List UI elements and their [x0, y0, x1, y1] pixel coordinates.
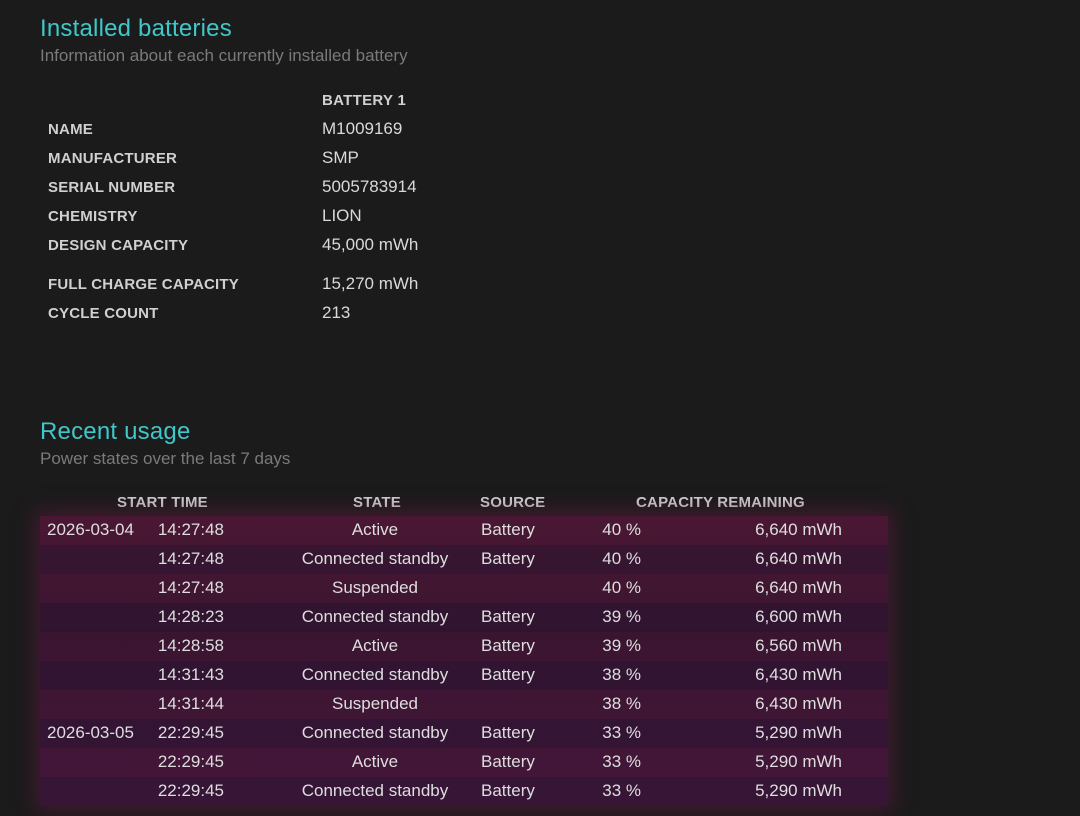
usage-source: Battery	[481, 752, 535, 771]
table-row: 14:31:43 Connected standby Battery 38 % 6,43…	[40, 661, 888, 690]
table-row: 14:27:48 Connected standby Battery 40 % 6,64…	[40, 545, 888, 574]
usage-capacity-mwh: 5,290 mWh	[755, 752, 842, 771]
usage-capacity-percent: 40 %	[602, 520, 641, 539]
usage-capacity-percent: 40 %	[602, 578, 641, 597]
usage-capacity-mwh: 6,640 mWh	[755, 578, 842, 597]
column-header-state: STATE	[353, 494, 401, 511]
battery-info-row-name: NAME M1009169	[48, 119, 568, 148]
usage-capacity-mwh: 6,600 mWh	[755, 607, 842, 626]
recent-usage-body: 2026-03-04 14:27:48 Active Battery 40 % 6,640…	[40, 516, 888, 806]
usage-start-date: 2026-03-04	[47, 520, 134, 539]
usage-capacity-percent: 39 %	[602, 636, 641, 655]
usage-state: Connected standby	[301, 723, 449, 742]
recent-usage-title: Recent usage	[40, 418, 191, 445]
table-row: 2026-03-04 14:27:48 Active Battery 40 % 6,640…	[40, 516, 888, 545]
usage-start-time: 14:27:48	[157, 520, 224, 539]
usage-start-time: 14:27:48	[157, 549, 224, 568]
usage-capacity-percent: 38 %	[602, 665, 641, 684]
battery-info-label: MANUFACTURER	[48, 150, 178, 167]
usage-start-time: 22:29:45	[157, 752, 224, 771]
battery-info-label: DESIGN CAPACITY	[48, 237, 189, 254]
usage-start-time: 14:31:44	[157, 694, 224, 713]
recent-usage-subtitle: Power states over the last 7 days	[40, 449, 291, 468]
usage-capacity-percent: 33 %	[602, 723, 641, 742]
battery-info-value: 5005783914	[322, 177, 417, 196]
battery-info-header-row: BATTERY 1	[48, 90, 568, 119]
usage-capacity-percent: 40 %	[602, 549, 641, 568]
usage-state: Connected standby	[301, 781, 449, 800]
battery-column-header: BATTERY 1	[322, 92, 407, 109]
battery-info-value: 15,270 mWh	[322, 274, 419, 293]
usage-capacity-mwh: 6,640 mWh	[755, 549, 842, 568]
usage-capacity-percent: 38 %	[602, 694, 641, 713]
column-header-start-time: START TIME	[117, 494, 208, 511]
usage-state: Active	[351, 520, 399, 539]
table-row: 2026-03-05 22:29:45 Connected standby Batte…	[40, 719, 888, 748]
recent-usage-header-row: START TIME STATE SOURCE CAPACITY REMAINI…	[40, 491, 888, 516]
usage-start-time: 22:29:45	[157, 781, 224, 800]
usage-source: Battery	[481, 636, 535, 655]
battery-info-row-full-charge-capacity: FULL CHARGE CAPACITY 15,270 mWh	[48, 274, 568, 303]
usage-source: Battery	[481, 781, 535, 800]
usage-start-time: 14:31:43	[157, 665, 224, 684]
table-row: 22:29:45 Active Battery 33 % 5,290 mWh	[40, 748, 888, 777]
column-header-capacity-remaining: CAPACITY REMAINING	[636, 494, 805, 511]
battery-info-value: 45,000 mWh	[322, 235, 419, 254]
battery-info-row-serial-number: SERIAL NUMBER 5005783914	[48, 177, 568, 206]
usage-source: Battery	[481, 665, 535, 684]
battery-info-row-cycle-count: CYCLE COUNT 213	[48, 303, 568, 332]
installed-batteries-subtitle: Information about each currently install…	[40, 46, 408, 65]
battery-info-label: FULL CHARGE CAPACITY	[48, 276, 239, 293]
usage-capacity-mwh: 5,290 mWh	[755, 781, 842, 800]
usage-capacity-percent: 39 %	[602, 607, 641, 626]
recent-usage-table: START TIME STATE SOURCE CAPACITY REMAINI…	[40, 491, 888, 806]
usage-capacity-mwh: 6,560 mWh	[755, 636, 842, 655]
usage-capacity-mwh: 6,640 mWh	[755, 520, 842, 539]
usage-state: Active	[351, 636, 399, 655]
battery-info-row-design-capacity: DESIGN CAPACITY 45,000 mWh	[48, 235, 568, 264]
usage-start-time: 14:28:58	[157, 636, 224, 655]
table-row: 14:28:23 Connected standby Battery 39 % 6,60…	[40, 603, 888, 632]
battery-info-table: BATTERY 1 NAME M1009169 MANUFACTURER SMP…	[48, 90, 568, 332]
battery-info-label: CHEMISTRY	[48, 208, 138, 225]
usage-state: Suspended	[331, 694, 419, 713]
table-row: 14:27:48 Suspended 40 % 6,640 mWh	[40, 574, 888, 603]
usage-start-time: 22:29:45	[157, 723, 224, 742]
usage-capacity-mwh: 6,430 mWh	[755, 694, 842, 713]
usage-capacity-percent: 33 %	[602, 752, 641, 771]
table-row: 22:29:45 Connected standby Battery 33 % 5,29…	[40, 777, 888, 806]
installed-batteries-title: Installed batteries	[40, 15, 232, 42]
usage-source: Battery	[481, 607, 535, 626]
usage-source: Battery	[481, 520, 535, 539]
usage-capacity-mwh: 6,430 mWh	[755, 665, 842, 684]
usage-state: Suspended	[331, 578, 419, 597]
column-header-source: SOURCE	[480, 494, 546, 511]
battery-info-value: LION	[322, 206, 362, 225]
usage-capacity-percent: 33 %	[602, 781, 641, 800]
usage-capacity-mwh: 5,290 mWh	[755, 723, 842, 742]
battery-info-label: SERIAL NUMBER	[48, 179, 176, 196]
battery-info-row-chemistry: CHEMISTRY LION	[48, 206, 568, 235]
usage-source: Battery	[481, 549, 535, 568]
usage-state: Connected standby	[301, 665, 449, 684]
table-row: 14:28:58 Active Battery 39 % 6,560 mWh	[40, 632, 888, 661]
battery-info-label: CYCLE COUNT	[48, 305, 159, 322]
usage-start-time: 14:27:48	[157, 578, 224, 597]
battery-info-value: 213	[322, 303, 351, 322]
usage-start-date: 2026-03-05	[47, 723, 134, 742]
battery-info-row-manufacturer: MANUFACTURER SMP	[48, 148, 568, 177]
table-row: 14:31:44 Suspended 38 % 6,430 mWh	[40, 690, 888, 719]
usage-source: Battery	[481, 723, 535, 742]
battery-info-value: SMP	[322, 148, 359, 167]
usage-state: Connected standby	[301, 607, 449, 626]
usage-start-time: 14:28:23	[157, 607, 224, 626]
usage-state: Active	[351, 752, 399, 771]
battery-info-value: M1009169	[322, 119, 403, 138]
usage-state: Connected standby	[301, 549, 449, 568]
battery-info-label: NAME	[48, 121, 93, 138]
